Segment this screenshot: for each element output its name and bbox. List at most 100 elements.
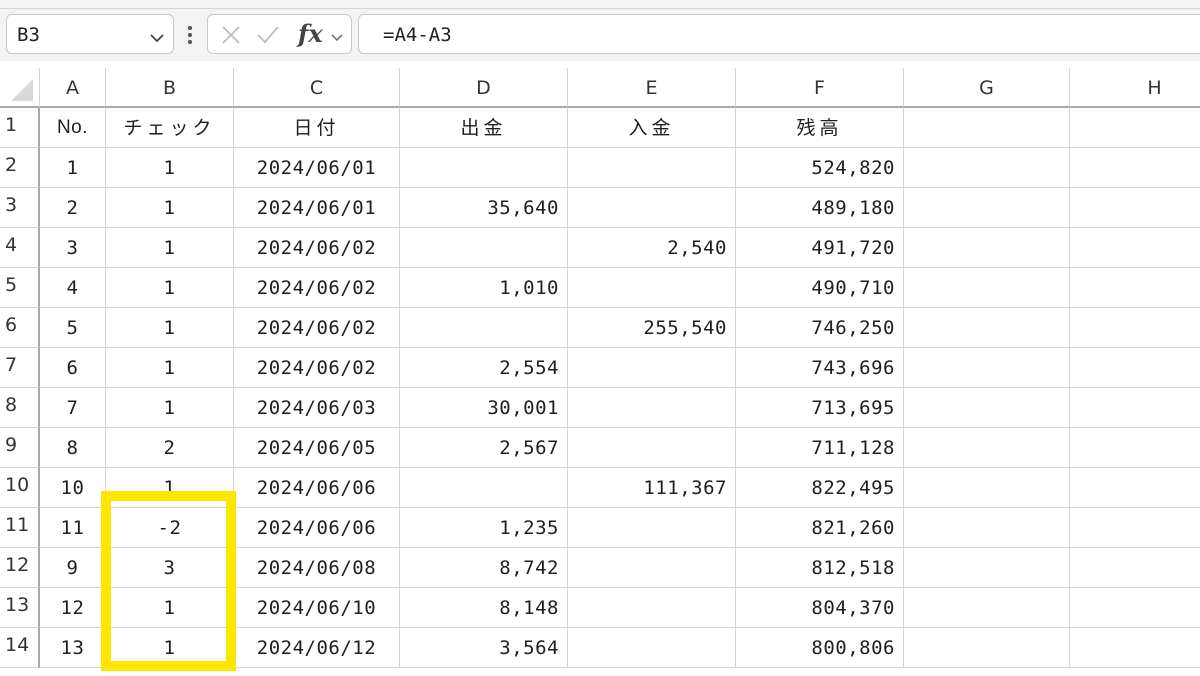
cell-deposit[interactable]: 2,540 <box>568 228 736 268</box>
insert-function-icon[interactable]: fx <box>298 19 323 48</box>
cell-date[interactable]: 2024/06/10 <box>234 588 400 628</box>
header-cell-withdrawal[interactable]: 出金 <box>400 108 568 148</box>
cell-date[interactable]: 2024/06/06 <box>234 468 400 508</box>
row-header-6[interactable]: 6 <box>0 308 40 348</box>
empty-cell[interactable] <box>1070 348 1200 388</box>
row-header-2[interactable]: 2 <box>0 148 40 188</box>
cell-check[interactable]: 1 <box>106 628 234 668</box>
cell-deposit[interactable] <box>568 628 736 668</box>
cell-no[interactable]: 3 <box>40 228 106 268</box>
cell-check[interactable]: 1 <box>106 588 234 628</box>
cell-check[interactable]: 1 <box>106 268 234 308</box>
cell-date[interactable]: 2024/06/12 <box>234 628 400 668</box>
cell-date[interactable]: 2024/06/01 <box>234 148 400 188</box>
cell-withdrawal[interactable]: 30,001 <box>400 388 568 428</box>
empty-cell[interactable] <box>904 428 1070 468</box>
cell-withdrawal[interactable]: 1,010 <box>400 268 568 308</box>
empty-cell[interactable] <box>1070 228 1200 268</box>
cell-balance[interactable]: 746,250 <box>736 308 904 348</box>
row-header-13[interactable]: 13 <box>0 588 40 628</box>
cell-balance[interactable]: 822,495 <box>736 468 904 508</box>
cell-deposit[interactable] <box>568 348 736 388</box>
name-box[interactable]: B3 <box>6 14 174 54</box>
empty-cell[interactable] <box>1070 188 1200 228</box>
cell-deposit[interactable] <box>568 148 736 188</box>
empty-cell[interactable] <box>904 628 1070 668</box>
cell-deposit[interactable] <box>568 428 736 468</box>
header-cell-check[interactable]: チェック <box>106 108 234 148</box>
row-header-1[interactable]: 1 <box>0 108 40 148</box>
cell-balance[interactable]: 490,710 <box>736 268 904 308</box>
cell-withdrawal[interactable]: 3,564 <box>400 628 568 668</box>
cell-deposit[interactable] <box>568 388 736 428</box>
empty-cell[interactable] <box>1070 108 1200 148</box>
cell-deposit[interactable]: 111,367 <box>568 468 736 508</box>
empty-cell[interactable] <box>1070 428 1200 468</box>
cell-date[interactable]: 2024/06/02 <box>234 308 400 348</box>
cell-balance[interactable]: 489,180 <box>736 188 904 228</box>
cell-no[interactable]: 7 <box>40 388 106 428</box>
cell-balance[interactable]: 524,820 <box>736 148 904 188</box>
cell-date[interactable]: 2024/06/05 <box>234 428 400 468</box>
column-header-c[interactable]: C <box>234 68 400 108</box>
column-header-d[interactable]: D <box>400 68 568 108</box>
header-cell-no[interactable]: No. <box>40 108 106 148</box>
cell-balance[interactable]: 711,128 <box>736 428 904 468</box>
cell-balance[interactable]: 491,720 <box>736 228 904 268</box>
empty-cell[interactable] <box>904 308 1070 348</box>
cell-deposit[interactable] <box>568 188 736 228</box>
cell-withdrawal[interactable] <box>400 468 568 508</box>
empty-cell[interactable] <box>1070 508 1200 548</box>
cell-withdrawal[interactable]: 2,567 <box>400 428 568 468</box>
row-header-5[interactable]: 5 <box>0 268 40 308</box>
cell-balance[interactable]: 821,260 <box>736 508 904 548</box>
cell-deposit[interactable] <box>568 588 736 628</box>
empty-cell[interactable] <box>1070 148 1200 188</box>
cell-check[interactable]: 1 <box>106 468 234 508</box>
row-header-8[interactable]: 8 <box>0 388 40 428</box>
cell-no[interactable]: 2 <box>40 188 106 228</box>
cell-withdrawal[interactable] <box>400 308 568 348</box>
column-header-a[interactable]: A <box>40 68 106 108</box>
cell-check[interactable]: 1 <box>106 308 234 348</box>
cell-no[interactable]: 8 <box>40 428 106 468</box>
cell-no[interactable]: 10 <box>40 468 106 508</box>
cell-date[interactable]: 2024/06/02 <box>234 228 400 268</box>
header-cell-balance[interactable]: 残高 <box>736 108 904 148</box>
cell-check[interactable]: 2 <box>106 428 234 468</box>
row-header-14[interactable]: 14 <box>0 628 40 668</box>
empty-cell[interactable] <box>904 268 1070 308</box>
cell-withdrawal[interactable]: 2,554 <box>400 348 568 388</box>
empty-cell[interactable] <box>904 228 1070 268</box>
cell-check[interactable]: 3 <box>106 548 234 588</box>
cell-date[interactable]: 2024/06/02 <box>234 268 400 308</box>
row-header-3[interactable]: 3 <box>0 188 40 228</box>
cell-date[interactable]: 2024/06/08 <box>234 548 400 588</box>
row-header-4[interactable]: 4 <box>0 228 40 268</box>
cell-deposit[interactable]: 255,540 <box>568 308 736 348</box>
cell-deposit[interactable] <box>568 548 736 588</box>
empty-cell[interactable] <box>1070 268 1200 308</box>
cell-withdrawal[interactable]: 35,640 <box>400 188 568 228</box>
cell-no[interactable]: 4 <box>40 268 106 308</box>
cell-no[interactable]: 12 <box>40 588 106 628</box>
cell-check[interactable]: 1 <box>106 228 234 268</box>
cell-check[interactable]: -2 <box>106 508 234 548</box>
check-icon[interactable] <box>256 24 280 50</box>
cell-withdrawal[interactable]: 8,148 <box>400 588 568 628</box>
column-header-b[interactable]: B <box>106 68 234 108</box>
empty-cell[interactable] <box>904 508 1070 548</box>
column-header-e[interactable]: E <box>568 68 736 108</box>
cell-date[interactable]: 2024/06/01 <box>234 188 400 228</box>
row-header-7[interactable]: 7 <box>0 348 40 388</box>
cancel-icon[interactable] <box>220 24 242 50</box>
cell-check[interactable]: 1 <box>106 188 234 228</box>
cell-no[interactable]: 5 <box>40 308 106 348</box>
cell-withdrawal[interactable]: 8,742 <box>400 548 568 588</box>
empty-cell[interactable] <box>904 148 1070 188</box>
empty-cell[interactable] <box>1070 588 1200 628</box>
column-header-h[interactable]: H <box>1070 68 1200 108</box>
cell-check[interactable]: 1 <box>106 388 234 428</box>
cell-balance[interactable]: 812,518 <box>736 548 904 588</box>
cell-deposit[interactable] <box>568 508 736 548</box>
